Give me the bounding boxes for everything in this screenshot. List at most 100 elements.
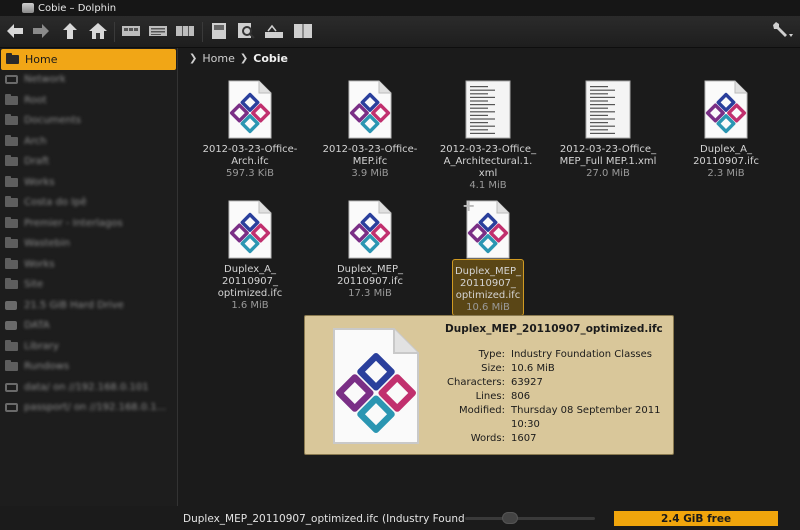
configure-button[interactable]	[768, 20, 796, 42]
file-label: 2012-03-23-Office_ A_Architectural.1. xml 4…	[438, 144, 538, 192]
file-label: Duplex_A_ 20110907_ optimized.ifc 1.6 MiB	[200, 264, 300, 312]
file-label: Duplex_MEP_ 20110907_ optimized.ifc 10.6 Mi…	[451, 259, 525, 316]
sidebar-item[interactable]: Arch	[0, 131, 177, 152]
tooltip-value: 63927	[511, 377, 543, 388]
up-button[interactable]	[59, 20, 81, 42]
status-text: Duplex_MEP_20110907_optimized.ifc (Indus…	[183, 512, 465, 525]
tooltip-key: Characters:	[447, 377, 505, 388]
details-view-icon	[149, 26, 167, 36]
file-name-line: 2012-03-23-Office-	[322, 144, 418, 155]
file-label: 2012-03-23-Office_ MEP_Full MEP.1.xml 27.0…	[558, 144, 658, 180]
breadcrumb: ❯ Home ❯ Cobie	[180, 48, 800, 68]
sidebar-item[interactable]: Rundows	[0, 357, 177, 378]
file-name-line: Duplex_MEP_	[336, 264, 404, 275]
breadcrumb-home[interactable]: Home	[202, 52, 234, 65]
sidebar-item[interactable]: Premier - Interlagos	[0, 213, 177, 234]
sidebar-item[interactable]: Works	[0, 172, 177, 193]
split-button[interactable]	[292, 20, 314, 42]
folder-icon	[4, 360, 18, 372]
file-name-line: xml	[478, 168, 498, 179]
file-item[interactable]: Duplex_MEP_ 20110907.ifc 17.3 MiB	[320, 200, 420, 300]
file-name-line: MEP.ifc	[352, 156, 388, 167]
tooltip-key: Type:	[478, 349, 505, 360]
file-name-line: 20110907_	[222, 276, 278, 287]
file-item[interactable]: Duplex_A_ 20110907.ifc 2.3 MiB	[676, 80, 776, 180]
sidebar-item[interactable]: Site	[0, 275, 177, 296]
sidebar-item-label: Premier - Interlagos	[24, 217, 123, 229]
places-panel: Home Network Root Documents Arch Draft Works Co…	[0, 48, 178, 506]
file-size: 3.9 MiB	[351, 168, 389, 179]
sidebar-item-label: Site	[24, 279, 44, 291]
home-button[interactable]	[87, 20, 109, 42]
ifc-file-icon	[228, 80, 272, 139]
file-item[interactable]: Duplex_A_ 20110907_ optimized.ifc 1.6 MiB	[200, 200, 300, 312]
compare-button[interactable]	[263, 20, 285, 42]
file-name-line: optimized.ifc	[455, 290, 521, 301]
folder-icon	[4, 134, 18, 147]
main-toolbar	[0, 16, 800, 48]
forward-button[interactable]	[30, 20, 52, 42]
tooltip-title: Duplex_MEP_20110907_optimized.ifc	[445, 323, 663, 335]
folder-icon	[4, 93, 18, 106]
sidebar-item[interactable]: data/ on //192.168.0.101	[0, 377, 177, 398]
find-icon	[238, 23, 255, 39]
compare-icon	[265, 24, 283, 38]
file-size: 4.1 MiB	[469, 180, 507, 191]
sidebar-item[interactable]: Works	[0, 254, 177, 275]
folder-icon	[4, 257, 18, 270]
split-view-icon	[294, 24, 312, 38]
file-item[interactable]: 2012-03-23-Office- MEP.ifc 3.9 MiB	[320, 80, 420, 180]
file-size: 2.3 MiB	[707, 168, 745, 179]
file-name-line: A_Architectural.1.	[443, 156, 533, 167]
sidebar-item[interactable]: Library	[0, 336, 177, 357]
sidebar-item[interactable]: DATA	[0, 316, 177, 337]
sidebar-item-label: 21.5 GiB Hard Drive	[24, 299, 124, 311]
file-item[interactable]: 2012-03-23-Office- Arch.ifc 597.3 KiB	[200, 80, 300, 180]
status-bar: Duplex_MEP_20110907_optimized.ifc (Indus…	[180, 507, 800, 530]
columns-view-button[interactable]	[174, 20, 196, 42]
file-label: 2012-03-23-Office- MEP.ifc 3.9 MiB	[320, 144, 420, 180]
sidebar-item-label: Draft	[24, 156, 50, 168]
folder-icon	[4, 278, 18, 290]
file-tooltip: Duplex_MEP_20110907_optimized.ifc Type: I…	[304, 315, 674, 455]
sidebar-item[interactable]: Wastebin	[0, 234, 177, 255]
sidebar-item[interactable]: Draft	[0, 152, 177, 173]
file-item[interactable]: 2012-03-23-Office_ A_Architectural.1. xml 4…	[438, 80, 538, 192]
file-item[interactable]: Duplex_MEP_ 20110907_ optimized.ifc 10.6 Mi…	[438, 196, 538, 316]
sidebar-item-label: Works	[24, 176, 55, 188]
free-space-indicator: 2.4 GiB free	[614, 511, 778, 526]
drive-icon	[4, 300, 18, 311]
xml-document-icon	[465, 80, 511, 139]
sidebar-item-label: Home	[25, 52, 58, 66]
sidebar-item[interactable]: Documents	[0, 111, 177, 132]
find-button[interactable]	[235, 20, 257, 42]
sidebar-item[interactable]: Network	[0, 70, 177, 91]
file-item[interactable]: 2012-03-23-Office_ MEP_Full MEP.1.xml 27.0…	[558, 80, 658, 180]
selection-toggle-icon[interactable]: +	[462, 196, 475, 215]
zoom-slider-handle[interactable]	[502, 512, 518, 524]
folder-icon	[4, 216, 18, 229]
sidebar-item-label: DATA	[24, 320, 50, 332]
sidebar-item[interactable]: Costa do Ipê	[0, 193, 177, 214]
file-name-line: Arch.ifc	[231, 156, 269, 167]
sidebar-item-label: Works	[24, 258, 55, 270]
sidebar-item-label: Documents	[24, 115, 82, 127]
forward-arrow-icon	[33, 24, 49, 38]
zoom-slider[interactable]	[465, 517, 595, 520]
tooltip-key: Size:	[481, 363, 505, 374]
breadcrumb-current[interactable]: Cobie	[253, 52, 288, 65]
sidebar-item[interactable]: Root	[0, 90, 177, 111]
preview-button[interactable]	[208, 20, 230, 42]
back-button[interactable]	[4, 20, 26, 42]
up-arrow-icon	[63, 23, 77, 39]
sidebar-item[interactable]: passport/ on //192.168.0.1...	[0, 398, 177, 419]
file-name: 2012-03-23-Office- Arch.ifc	[200, 144, 300, 168]
sidebar-item[interactable]: 21.5 GiB Hard Drive	[0, 295, 177, 316]
sidebar-item-label: data/ on //192.168.0.101	[24, 381, 149, 393]
tooltip-key: Lines:	[475, 391, 505, 402]
details-view-button[interactable]	[147, 20, 169, 42]
icons-view-button[interactable]	[120, 20, 142, 42]
folder-icon	[4, 114, 18, 126]
drive-icon	[4, 320, 18, 331]
sidebar-item[interactable]: Home	[1, 49, 176, 70]
